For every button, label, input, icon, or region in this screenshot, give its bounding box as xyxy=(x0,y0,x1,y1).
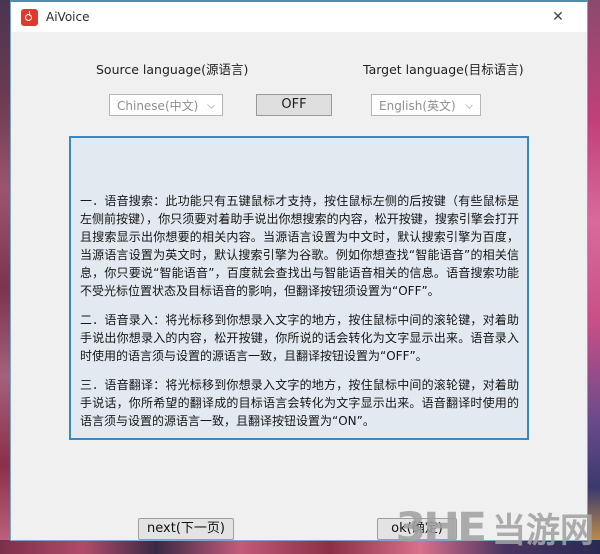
titlebar: AiVoice ✕ xyxy=(11,2,587,32)
window-title: AiVoice xyxy=(46,10,89,24)
chevron-down-icon xyxy=(465,101,473,109)
source-language-label: Source language(源语言) xyxy=(96,59,248,78)
app-power-icon xyxy=(21,9,38,26)
chevron-down-icon xyxy=(207,101,215,109)
source-language-value: Chinese(中文) xyxy=(117,97,198,114)
background-wallpaper-bottom xyxy=(0,540,600,554)
next-page-button[interactable]: next(下一页) xyxy=(138,518,234,540)
instruction-paragraph-voice-search: 一．语音搜索：此功能只有五键鼠标才支持，按住鼠标左侧的后按键（有些鼠标是左侧前按… xyxy=(80,192,519,300)
instruction-paragraph-voice-input: 二．语音录入：将光标移到你想录入文字的地方，按住鼠标中间的滚轮键，对着助手说出你… xyxy=(80,311,519,365)
target-language-value: English(英文) xyxy=(379,97,456,114)
close-icon[interactable]: ✕ xyxy=(541,2,575,32)
aivoice-window: AiVoice ✕ Source language(源语言) Target la… xyxy=(10,0,588,541)
target-language-dropdown[interactable]: English(英文) xyxy=(371,94,481,116)
background-wallpaper-right xyxy=(587,0,600,554)
translate-toggle-button[interactable]: OFF xyxy=(256,94,332,116)
source-language-dropdown[interactable]: Chinese(中文) xyxy=(109,94,223,116)
power-stem xyxy=(29,11,31,16)
instruction-paragraph-voice-translate: 三．语音翻译：将光标移到你想录入文字的地方，按住鼠标中间的滚轮键，对着助手说话，… xyxy=(80,376,519,430)
ok-button[interactable]: ok(确定) xyxy=(377,518,457,540)
instructions-textbox: 一．语音搜索：此功能只有五键鼠标才支持，按住鼠标左侧的后按键（有些鼠标是左侧前按… xyxy=(69,136,529,440)
target-language-label: Target language(目标语言) xyxy=(363,59,524,78)
